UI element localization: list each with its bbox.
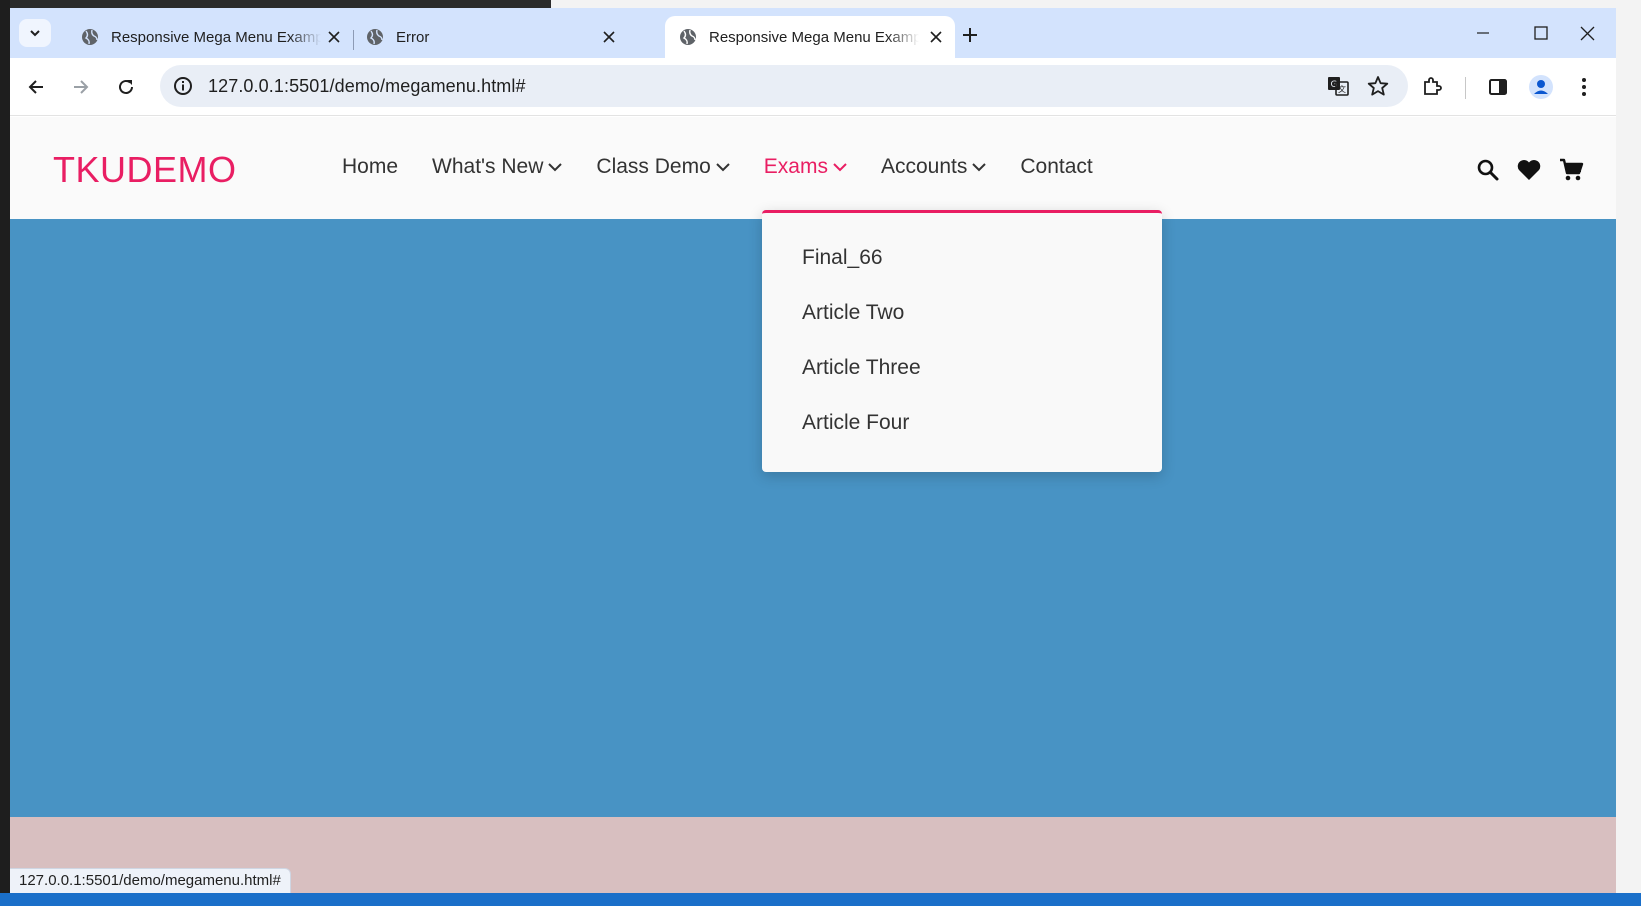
desktop-right-edge: [1616, 0, 1641, 906]
minimize-button[interactable]: [1454, 8, 1512, 58]
nav-item-label: Class Demo: [596, 155, 711, 178]
tab-2[interactable]: Error: [352, 16, 628, 58]
avatar-icon: [1529, 75, 1553, 99]
arrow-right-icon: [74, 80, 89, 94]
globe-icon: [81, 28, 99, 46]
close-icon[interactable]: [600, 28, 618, 46]
extensions-button[interactable]: [1415, 70, 1449, 104]
browser-window: Responsive Mega Menu Example Error Respo…: [10, 8, 1616, 893]
tab-strip: Responsive Mega Menu Example Error Respo…: [10, 8, 1616, 58]
nav-item-contact[interactable]: Contact: [1020, 155, 1092, 179]
cart-icon[interactable]: [1556, 155, 1586, 185]
desktop-left-edge: [0, 0, 10, 906]
maximize-icon: [1534, 26, 1548, 40]
reload-icon: [119, 79, 133, 94]
profile-button[interactable]: [1524, 70, 1558, 104]
address-bar[interactable]: 127.0.0.1:5501/demo/megamenu.html# G文: [160, 65, 1408, 107]
desktop-top: [0, 0, 1641, 8]
dropdown-item[interactable]: Article Four: [762, 406, 1162, 461]
status-url-bubble: 127.0.0.1:5501/demo/megamenu.html#: [10, 868, 291, 893]
site-info-icon[interactable]: [168, 71, 198, 101]
menu-button[interactable]: [1567, 70, 1601, 104]
tab-3-active[interactable]: Responsive Mega Menu Example: [665, 16, 955, 58]
nav-item-label: Accounts: [880, 155, 968, 178]
tab-title: Responsive Mega Menu Example: [709, 28, 919, 46]
nav-item-label: Contact: [1020, 155, 1093, 178]
taskbar: [0, 893, 1641, 906]
globe-icon: [679, 28, 697, 46]
translate-icon[interactable]: G文: [1323, 71, 1353, 101]
chevron-down-icon: [972, 162, 987, 172]
chevron-down-icon: [30, 30, 40, 37]
side-panel-button[interactable]: [1481, 70, 1515, 104]
close-icon[interactable]: [927, 28, 945, 46]
minimize-icon: [1477, 32, 1489, 34]
bookmark-star-icon[interactable]: [1363, 71, 1393, 101]
back-button[interactable]: [19, 70, 53, 104]
more-vertical-icon: [1582, 78, 1586, 96]
nav-item-label: Exams: [763, 155, 828, 178]
nav-item-accounts[interactable]: Accounts: [880, 155, 987, 179]
chevron-down-icon: [833, 162, 847, 172]
site-header: TKUDEMO Home What's New Class Demo Exams: [10, 117, 1616, 219]
address-text[interactable]: 127.0.0.1:5501/demo/megamenu.html#: [208, 76, 526, 97]
nav-item-label: Home: [342, 155, 399, 178]
reload-button[interactable]: [109, 70, 143, 104]
main-nav: Home What's New Class Demo Exams Account…: [342, 155, 1127, 179]
arrow-left-icon: [28, 80, 43, 94]
browser-toolbar: 127.0.0.1:5501/demo/megamenu.html# G文: [10, 58, 1616, 116]
close-window-button[interactable]: [1558, 8, 1616, 58]
nav-item-home[interactable]: Home: [342, 155, 398, 179]
search-icon[interactable]: [1473, 155, 1503, 185]
nav-item-exams[interactable]: Exams: [764, 155, 847, 179]
dropdown-item[interactable]: Article Three: [762, 351, 1162, 406]
forward-button[interactable]: [64, 70, 98, 104]
tab-title: Responsive Mega Menu Example: [111, 28, 321, 46]
chevron-down-icon: [716, 162, 730, 172]
site-logo[interactable]: TKUDEMO: [53, 149, 237, 191]
close-icon: [1580, 26, 1594, 40]
tab-1[interactable]: Responsive Mega Menu Example: [67, 16, 353, 58]
nav-item-class-demo[interactable]: Class Demo: [596, 155, 730, 179]
web-page: TKUDEMO Home What's New Class Demo Exams: [10, 117, 1616, 893]
tab-search-button[interactable]: [19, 19, 51, 47]
exams-dropdown-menu: Final_66 Article Two Article Three Artic…: [762, 210, 1162, 472]
tab-title: Error: [396, 28, 430, 46]
svg-text:文: 文: [1338, 84, 1346, 94]
heart-icon[interactable]: [1514, 155, 1544, 185]
toolbar-divider: [1465, 77, 1466, 99]
new-tab-button[interactable]: [957, 22, 983, 48]
dropdown-item[interactable]: Article Two: [762, 296, 1162, 351]
plus-icon: [963, 28, 977, 42]
chevron-down-icon: [548, 162, 563, 172]
puzzle-icon: [1424, 77, 1442, 95]
close-icon[interactable]: [325, 28, 343, 46]
dropdown-item[interactable]: Final_66: [762, 241, 1162, 296]
nav-item-whats-new[interactable]: What's New: [432, 155, 563, 179]
globe-icon: [366, 28, 384, 46]
side-panel-icon: [1489, 79, 1507, 95]
nav-item-label: What's New: [432, 155, 544, 178]
